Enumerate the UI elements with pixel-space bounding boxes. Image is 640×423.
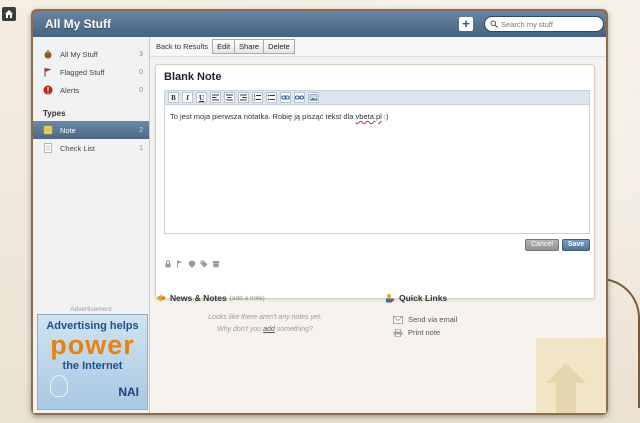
quick-link-label: Send via email bbox=[408, 315, 458, 324]
note-body-link: vbeta.pl bbox=[355, 112, 382, 121]
ad-line-2: power bbox=[50, 330, 135, 360]
bag-icon bbox=[43, 49, 53, 59]
flag-icon bbox=[43, 67, 53, 77]
news-empty-text: something? bbox=[274, 326, 313, 333]
flag-icon[interactable] bbox=[176, 260, 184, 268]
sidebar-item-label: Flagged Stuff bbox=[60, 67, 105, 77]
align-left-icon[interactable] bbox=[210, 92, 221, 103]
ad-logo: NAI bbox=[118, 385, 139, 399]
share-button[interactable]: Share bbox=[234, 39, 265, 54]
search-input[interactable] bbox=[501, 19, 597, 29]
sidebar-item-label: Note bbox=[60, 125, 76, 135]
note-card: Blank Note B I U 1 2 To jest moja pierws… bbox=[155, 64, 595, 299]
note-body-part: :) bbox=[381, 112, 389, 121]
bold-button[interactable]: B bbox=[168, 92, 179, 103]
content-toolbar: Back to Results Edit Share Delete bbox=[150, 37, 606, 57]
quick-links-icon bbox=[386, 294, 395, 303]
delete-button[interactable]: Delete bbox=[263, 39, 295, 54]
sidebar-item-count: 2 bbox=[139, 126, 143, 134]
news-notes-header: News & Notes (add a note) bbox=[156, 293, 265, 303]
unlink-icon[interactable] bbox=[294, 92, 305, 103]
news-empty-line1: Looks like there aren't any notes yet. bbox=[208, 314, 322, 321]
ad-label: Advertisement bbox=[70, 306, 112, 313]
sidebar-types-heading: Types bbox=[43, 109, 66, 118]
title-bar: All My Stuff + bbox=[33, 11, 606, 37]
body-area: All My Stuff 3 Flagged Stuff 0 Alerts 0 … bbox=[33, 37, 606, 413]
search-box[interactable] bbox=[484, 16, 604, 32]
add-note-link[interactable]: (add a note) bbox=[230, 295, 265, 302]
cancel-button[interactable]: Cancel bbox=[525, 239, 559, 251]
save-button[interactable]: Save bbox=[562, 239, 590, 251]
app-title: All My Stuff bbox=[45, 17, 111, 31]
note-icon bbox=[43, 125, 53, 135]
link-icon[interactable] bbox=[280, 92, 291, 103]
sidebar: All My Stuff 3 Flagged Stuff 0 Alerts 0 … bbox=[33, 37, 150, 413]
note-body-text[interactable]: To jest moja pierwsza notatka. Robię ją … bbox=[165, 105, 589, 128]
note-body-part: To jest moja pierwsza notatka. Robię ją … bbox=[170, 112, 356, 121]
lightbulb-icon bbox=[50, 375, 68, 397]
sidebar-item-count: 1 bbox=[139, 144, 143, 152]
email-icon bbox=[393, 315, 403, 324]
home-icon bbox=[5, 10, 13, 18]
shield-icon[interactable] bbox=[188, 260, 196, 268]
action-button-group: Edit Share Delete bbox=[212, 39, 295, 54]
sidebar-item-count: 3 bbox=[139, 50, 143, 58]
quick-link-send-email[interactable]: Send via email bbox=[393, 315, 457, 324]
news-empty-message: Looks like there aren't any notes yet. W… bbox=[155, 312, 375, 336]
search-icon bbox=[490, 20, 498, 28]
megaphone-icon bbox=[157, 294, 165, 302]
align-center-icon[interactable] bbox=[224, 92, 235, 103]
checklist-icon bbox=[43, 143, 53, 153]
note-title[interactable]: Blank Note bbox=[164, 71, 221, 83]
quick-link-print-note[interactable]: Print note bbox=[393, 328, 440, 337]
print-icon bbox=[393, 328, 403, 337]
app-window: All My Stuff + All My Stuff 3 bbox=[31, 9, 608, 415]
alert-icon bbox=[43, 85, 53, 95]
align-right-icon[interactable] bbox=[238, 92, 249, 103]
add-item-button[interactable]: + bbox=[459, 17, 473, 31]
ad-line-3: the Internet bbox=[62, 360, 123, 372]
lock-icon[interactable] bbox=[164, 260, 172, 268]
quick-links-title: Quick Links bbox=[399, 293, 448, 303]
sidebar-item-flagged-stuff[interactable]: Flagged Stuff 0 bbox=[33, 63, 149, 81]
quick-links-header: Quick Links bbox=[385, 293, 447, 303]
editor-toolbar: B I U 12 bbox=[165, 91, 589, 105]
edit-button[interactable]: Edit bbox=[212, 39, 236, 54]
advertisement-banner[interactable]: Advertising helps power the Internet NAI bbox=[37, 314, 148, 410]
italic-button[interactable]: I bbox=[182, 92, 193, 103]
image-icon[interactable] bbox=[308, 92, 319, 103]
back-to-results-link[interactable]: Back to Results bbox=[156, 42, 208, 51]
bullet-list-icon[interactable] bbox=[266, 92, 277, 103]
underline-button[interactable]: U bbox=[196, 92, 207, 103]
sidebar-item-all-my-stuff[interactable]: All My Stuff 3 bbox=[33, 45, 149, 63]
sidebar-item-count: 0 bbox=[139, 86, 143, 94]
sidebar-item-label: Check List bbox=[60, 143, 96, 153]
decorative-corner-graphic bbox=[536, 338, 606, 413]
archive-icon[interactable] bbox=[212, 260, 220, 268]
note-editor[interactable]: B I U 12 To jest moja pierwsza notatka. … bbox=[164, 90, 590, 234]
sidebar-item-check-list[interactable]: Check List 1 bbox=[33, 139, 149, 157]
main-content: Back to Results Edit Share Delete Blank … bbox=[150, 37, 606, 413]
numbered-list-icon[interactable]: 12 bbox=[252, 92, 263, 103]
tag-icon[interactable] bbox=[200, 260, 208, 268]
news-title: News & Notes bbox=[170, 293, 227, 303]
sidebar-item-label: All My Stuff bbox=[60, 49, 98, 59]
sidebar-item-note[interactable]: Note 2 bbox=[33, 121, 149, 139]
quick-link-label: Print note bbox=[408, 328, 441, 337]
sidebar-item-alerts[interactable]: Alerts 0 bbox=[33, 81, 149, 99]
news-empty-line2: Why don't you add something? bbox=[155, 324, 375, 336]
plus-icon: + bbox=[462, 16, 470, 31]
sidebar-item-label: Alerts bbox=[60, 85, 80, 95]
add-something-link[interactable]: add bbox=[263, 326, 275, 333]
sidebar-item-count: 0 bbox=[139, 68, 143, 76]
note-action-icons bbox=[164, 260, 224, 268]
home-button[interactable] bbox=[2, 7, 16, 21]
news-empty-text: Why don't you bbox=[217, 326, 264, 333]
svg-text:2: 2 bbox=[254, 98, 256, 102]
